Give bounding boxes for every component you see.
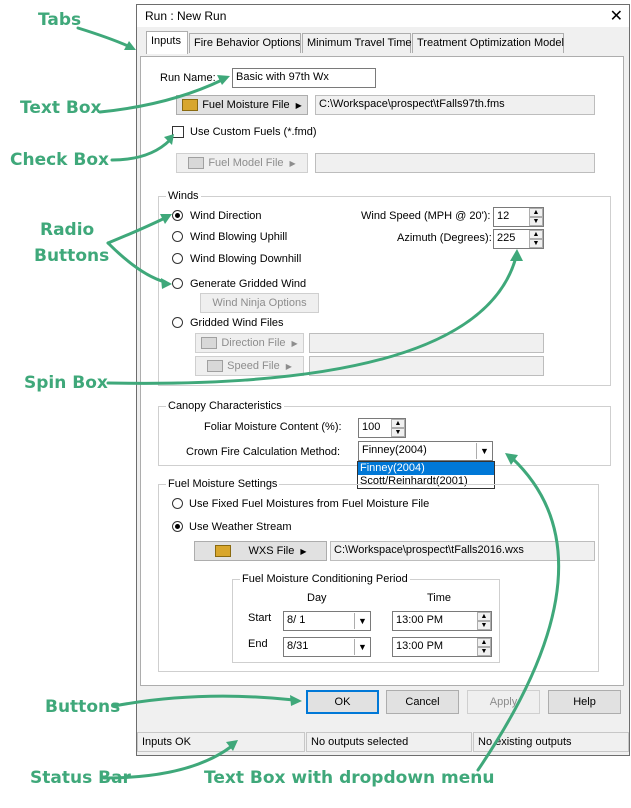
annotation-spin-box: Spin Box (24, 373, 108, 393)
arrow-check-box (110, 138, 172, 162)
arrow-dropdown (476, 456, 561, 772)
annotation-text-box-dropdown: Text Box with dropdown menu (204, 768, 495, 788)
arrow-tabs (76, 26, 130, 48)
annotation-buttons-word: Buttons (34, 246, 110, 266)
annotation-check-box: Check Box (10, 150, 110, 170)
annotation-arrows (76, 26, 561, 780)
annotation-status-bar: Status Bar (30, 768, 131, 788)
annotation-tabs: Tabs (38, 10, 82, 30)
arrow-radio-1 (106, 216, 167, 245)
arrow-radio-2 (106, 241, 167, 284)
arrowhead-buttons (290, 695, 302, 706)
arrowhead-spin-box (510, 249, 523, 261)
arrow-text-box (98, 78, 224, 114)
arrowhead-radio-2 (161, 278, 172, 289)
arrow-spin-box (106, 255, 518, 385)
annotation-radio: Radio (40, 220, 95, 240)
arrow-buttons (112, 694, 296, 708)
annotation-buttons: Buttons (45, 697, 121, 717)
annotation-text-box: Text Box (20, 98, 102, 118)
